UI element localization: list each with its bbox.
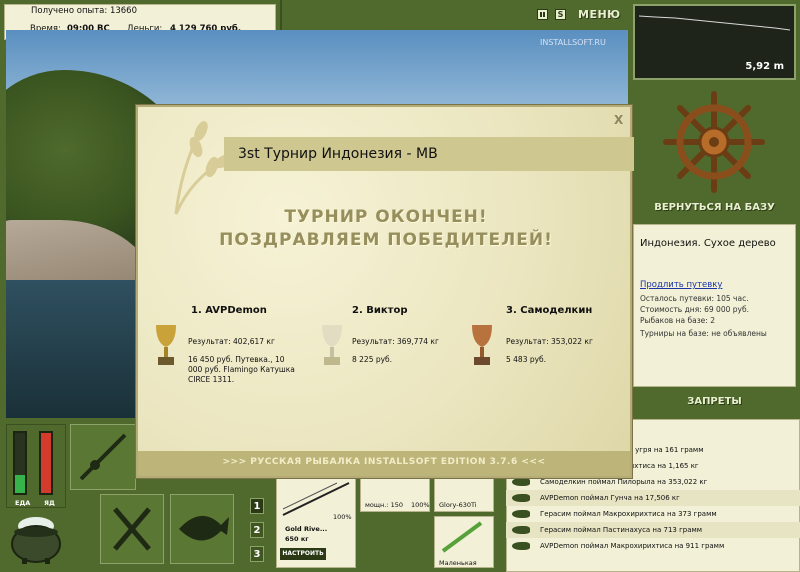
rod-name: Gold Rive... (285, 525, 328, 533)
sound-icon[interactable]: S (555, 9, 566, 20)
day-cost: Стоимость дня: 69 000 руб. (640, 305, 749, 314)
venom-label: ЯД (44, 499, 55, 507)
slot-1-button[interactable]: 1 (250, 498, 264, 514)
winner-1-result: Результат: 402,617 кг (188, 337, 275, 346)
line-name: Glory-630Ti (439, 501, 477, 509)
pause-icon[interactable] (537, 9, 548, 20)
hook-slot[interactable]: Маленькая (434, 516, 494, 568)
reel-percent: 100% (411, 501, 430, 509)
food-meter-fill (15, 475, 25, 493)
news-item: Герасим поймал Макрохирихтиса на 373 гра… (506, 506, 800, 522)
gold-cup-icon (156, 325, 176, 365)
line-slot[interactable]: Glory-630Ti (434, 478, 494, 512)
fish-icon (179, 515, 229, 541)
float-icon (441, 521, 483, 553)
food-pot-icon[interactable] (10, 512, 62, 566)
rod-tool-slot[interactable] (70, 424, 136, 490)
eat-button[interactable] (100, 494, 164, 564)
fish-icon (512, 494, 530, 502)
top-strip (282, 0, 628, 30)
location-title: Индонезия. Сухое дерево (640, 238, 776, 249)
tournament-title: 3st Турнир Индонезия - MB (238, 146, 438, 162)
permit-remaining: Осталось путевки: 105 час. (640, 294, 749, 303)
bronze-cup-icon (472, 325, 492, 365)
fish-icon (512, 478, 530, 486)
tournament-over-heading: ТУРНИР ОКОНЧЕН! (284, 207, 488, 227)
slot-2-button[interactable]: 2 (250, 522, 264, 538)
fishers-count: Рыбаков на базе: 2 (640, 316, 715, 325)
winner-2-name: 2. Виктор (352, 305, 408, 316)
bans-button[interactable]: ЗАПРЕТЫ (633, 396, 796, 414)
fish-keepnet-button[interactable] (170, 494, 234, 564)
news-item: AVPDemon поймал Гунча на 17,506 кг (506, 490, 800, 506)
game-version-footer: >>> РУССКАЯ РЫБАЛКА INSTALLSOFT EDITION … (222, 457, 546, 467)
fork-knife-icon (113, 507, 151, 551)
silver-cup-icon (322, 325, 342, 365)
meters-box: ЕДА ЯД (6, 424, 66, 508)
venom-meter-fill (41, 433, 51, 493)
winner-2-result: Результат: 369,774 кг (352, 337, 439, 346)
ship-wheel-icon[interactable] (633, 86, 796, 201)
fish-icon (512, 510, 530, 518)
congratulations-heading: ПОЗДРАВЛЯЕМ ПОБЕДИТЕЛЕЙ! (219, 230, 553, 250)
news-item: AVPDemon поймал Макрохирихтиса на 911 гр… (506, 538, 800, 554)
watermark-text: INSTALLSOFT.RU (540, 38, 606, 47)
close-icon[interactable]: X (614, 113, 623, 127)
depth-sonar: 5,92 m (633, 4, 796, 80)
configure-button[interactable]: НАСТРОИТЬ (280, 548, 326, 560)
news-item: Герасим поймал Пастинахуса на 713 грамм (506, 522, 800, 538)
winner-3-result: Результат: 353,022 кг (506, 337, 593, 346)
winner-1-prize: 16 450 руб. Путевка., 10 000 руб. Flamin… (188, 355, 295, 384)
fish-icon (512, 542, 530, 550)
winner-3-name: 3. Самоделкин (506, 305, 593, 316)
winner-2-prize: 8 225 руб. (352, 355, 393, 364)
rod-weight: 650 кг (285, 535, 309, 543)
rod-percent: 100% (333, 513, 352, 521)
reel-power: мощн.: 150 (365, 501, 403, 509)
wheat-icon (174, 121, 234, 215)
food-label: ЕДА (15, 499, 31, 507)
food-meter (13, 431, 27, 495)
tournaments-status: Турниры на базе: не объявлены (640, 329, 767, 338)
rod-icon (79, 433, 127, 481)
back-to-base-button[interactable]: ВЕРНУТЬСЯ НА БАЗУ (633, 202, 796, 220)
extend-permit-link[interactable]: Продлить путевку (640, 280, 722, 290)
menu-button[interactable]: МЕНЮ (578, 8, 621, 21)
depth-value: 5,92 m (745, 61, 784, 72)
location-panel: Индонезия. Сухое дерево Продлить путевку… (633, 224, 796, 387)
winner-1-name: 1. AVPDemon (191, 305, 267, 316)
winner-3-prize: 5 483 руб. (506, 355, 547, 364)
experience-text: Получено опыта: 13660 (31, 6, 138, 16)
venom-meter (39, 431, 53, 495)
slot-3-button[interactable]: 3 (250, 546, 264, 562)
tournament-results-dialog: 3st Турнир Индонезия - MB X ТУРНИР ОКОНЧ… (136, 105, 634, 478)
reel-slot[interactable]: мощн.: 150 100% (360, 478, 430, 512)
hook-name: Маленькая (439, 559, 477, 567)
fish-icon (512, 526, 530, 534)
